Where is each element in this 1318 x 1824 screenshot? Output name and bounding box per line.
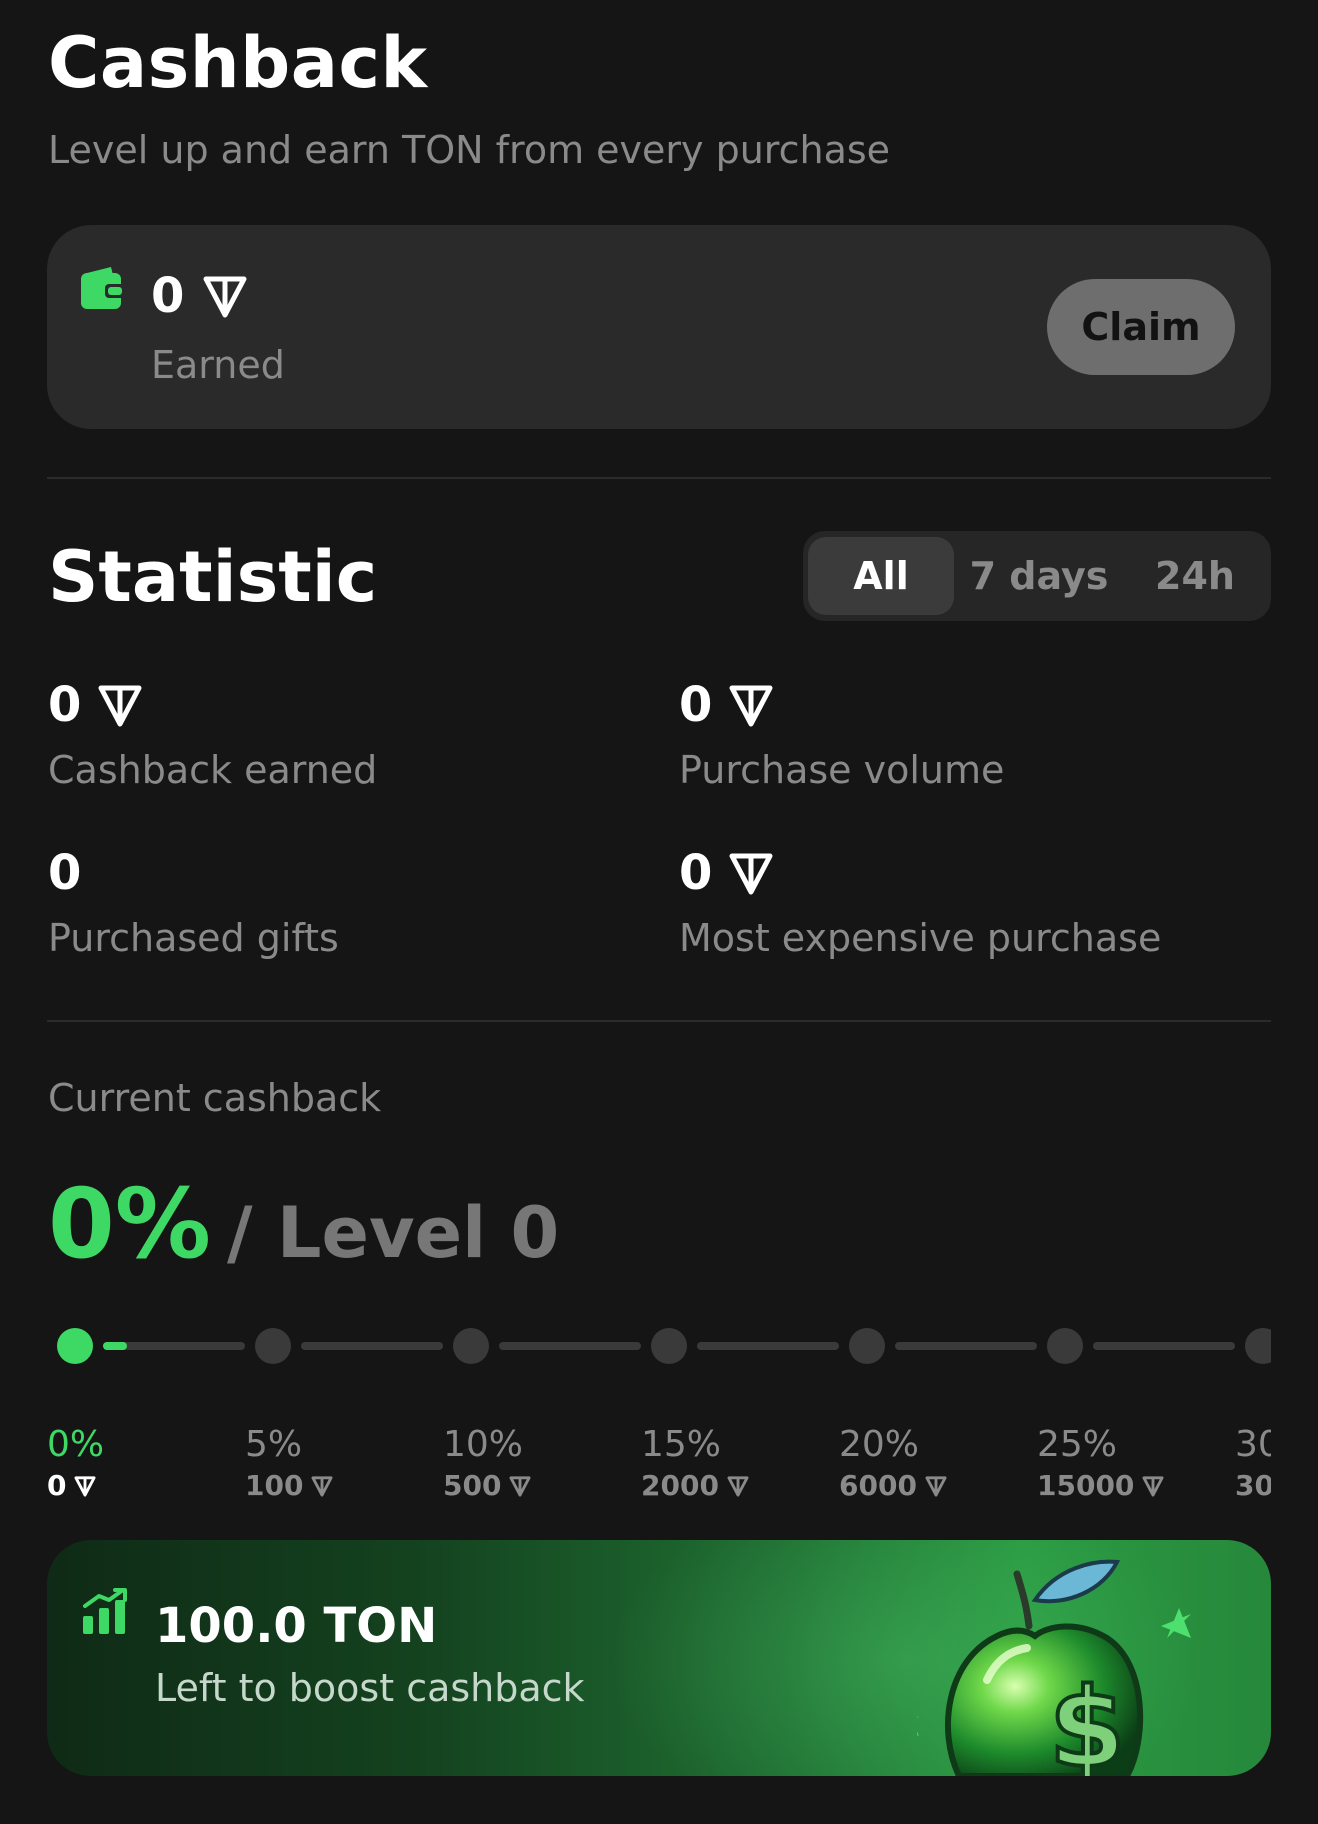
track-segment — [697, 1342, 839, 1350]
wallet-icon — [81, 267, 125, 309]
current-cashback-label: Current cashback — [48, 1076, 382, 1120]
boost-amount: 100.0 TON — [155, 1598, 438, 1654]
level-requirement-value: 0 — [47, 1469, 67, 1502]
cashback-page: Cashback Level up and earn TON from ever… — [0, 0, 1318, 1824]
earned-value: 0 — [151, 268, 185, 324]
level-requirement: 15000 — [1037, 1469, 1164, 1502]
page-subtitle: Level up and earn TON from every purchas… — [48, 128, 891, 172]
level-percent: 10% — [443, 1424, 524, 1465]
level-requirement: 500 — [443, 1469, 531, 1502]
ton-icon — [203, 276, 247, 318]
level-requirement: 2000 — [641, 1469, 749, 1502]
ton-icon — [74, 1475, 97, 1497]
level-dot — [255, 1328, 291, 1364]
level-percent: 0% — [47, 1424, 105, 1465]
stat-purchase-volume: 0 Purchase volume — [679, 676, 1004, 792]
track-segment — [301, 1342, 443, 1350]
level-percent: 30% — [1235, 1424, 1271, 1465]
level-requirement: 30000 — [1235, 1469, 1271, 1502]
level-dot — [651, 1328, 687, 1364]
level-dot — [453, 1328, 489, 1364]
earned-card: 0 Earned Claim — [47, 225, 1271, 429]
earned-label: Earned — [151, 343, 285, 387]
level-requirement-value: 100 — [245, 1469, 304, 1502]
level-percent: 20% — [839, 1424, 920, 1465]
ton-icon — [509, 1475, 531, 1497]
statistic-title: Statistic — [48, 536, 378, 618]
period-selector: All 7 days 24h — [803, 531, 1271, 621]
level-label: 5% 100 — [245, 1424, 333, 1502]
level-label: 30% 30000 — [1235, 1424, 1271, 1502]
chart-up-icon — [83, 1588, 127, 1634]
track-segment — [499, 1342, 641, 1350]
level-label: 20% 6000 — [839, 1424, 947, 1502]
stat-label: Purchase volume — [679, 748, 1005, 792]
level-percent: 15% — [641, 1424, 722, 1465]
boost-cashback-card[interactable]: 100.0 TON Left to boost cashback $ — [47, 1540, 1271, 1776]
period-tab-24h[interactable]: 24h — [1124, 537, 1266, 615]
period-tab-7-days[interactable]: 7 days — [954, 537, 1124, 615]
level-dot — [1245, 1328, 1271, 1364]
level-dot — [57, 1328, 93, 1364]
level-requirement-value: 500 — [443, 1469, 502, 1502]
level-requirement-value: 2000 — [641, 1469, 719, 1502]
claim-button[interactable]: Claim — [1047, 279, 1235, 375]
level-dot — [1047, 1328, 1083, 1364]
current-cashback-value: 0% / Level 0 — [48, 1168, 559, 1280]
green-apple-dollar-icon: $ — [917, 1559, 1191, 1776]
level-label: 0% 0 — [47, 1424, 104, 1502]
period-tab-all[interactable]: All — [808, 537, 954, 615]
level-requirement: 0 — [47, 1469, 104, 1502]
stat-value: 0 — [679, 845, 713, 901]
track-segment — [1093, 1342, 1235, 1350]
level-requirement-value: 30000 — [1235, 1469, 1271, 1502]
level-label: 25% 15000 — [1037, 1424, 1164, 1502]
page-title: Cashback — [48, 22, 428, 104]
level-label: 15% 2000 — [641, 1424, 749, 1502]
level-percent: 5% — [245, 1424, 303, 1465]
track-segment — [895, 1342, 1037, 1350]
stat-value: 0 — [48, 845, 82, 901]
ton-icon — [727, 1475, 749, 1497]
level-label: 10% 500 — [443, 1424, 531, 1502]
level-requirement-value: 6000 — [839, 1469, 917, 1502]
divider — [47, 477, 1271, 479]
level-requirement: 6000 — [839, 1469, 947, 1502]
stat-label: Purchased gifts — [48, 916, 339, 960]
track-progress-fill — [103, 1342, 127, 1350]
stat-label: Cashback earned — [48, 748, 378, 792]
current-cashback-percent: 0% — [48, 1168, 211, 1280]
stat-value: 0 — [48, 677, 82, 733]
stat-label: Most expensive purchase — [679, 916, 1162, 960]
stat-value: 0 — [679, 677, 713, 733]
level-dot — [849, 1328, 885, 1364]
svg-text:$: $ — [1049, 1664, 1126, 1776]
level-percent: 25% — [1037, 1424, 1118, 1465]
level-requirement: 100 — [245, 1469, 333, 1502]
boost-label: Left to boost cashback — [155, 1666, 585, 1710]
ton-icon — [98, 685, 142, 727]
ton-icon — [729, 685, 773, 727]
level-requirement-value: 15000 — [1037, 1469, 1135, 1502]
earned-amount: 0 — [151, 267, 248, 325]
current-level: / Level 0 — [226, 1192, 560, 1274]
divider — [47, 1020, 1271, 1022]
ton-icon — [1142, 1475, 1164, 1497]
ton-icon — [729, 853, 773, 895]
ton-icon — [925, 1475, 947, 1497]
stat-cashback-earned: 0 Cashback earned — [48, 676, 377, 792]
ton-icon — [311, 1475, 333, 1497]
stat-most-expensive-purchase: 0 Most expensive purchase — [679, 844, 1161, 960]
level-progress-track[interactable]: 0%05%10010%50015%200020%600025%1500030%3… — [47, 1318, 1271, 1508]
stat-purchased-gifts: 0 Purchased gifts — [48, 844, 339, 960]
